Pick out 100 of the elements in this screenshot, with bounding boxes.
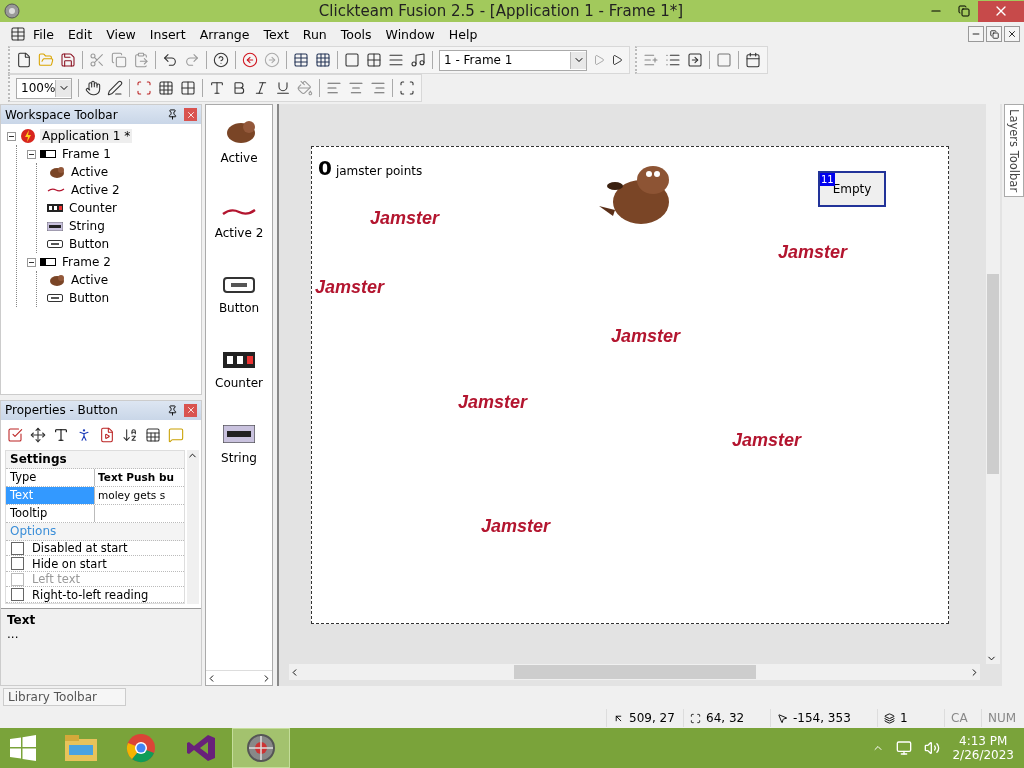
- tree-item[interactable]: Button: [67, 291, 112, 305]
- panel-title: Workspace Toolbar: [5, 107, 119, 122]
- object-badge: 11: [820, 173, 835, 186]
- running-figure-icon[interactable]: [76, 427, 92, 443]
- paint-bucket-icon[interactable]: [297, 80, 313, 96]
- tree-item[interactable]: Active: [69, 273, 111, 287]
- grid-icon[interactable]: [315, 52, 331, 68]
- tree-item[interactable]: Counter: [67, 201, 119, 215]
- align-center-icon[interactable]: [348, 80, 364, 96]
- bold-icon[interactable]: [231, 80, 247, 96]
- close-button[interactable]: [1004, 26, 1020, 42]
- jamster-logo: Jamster: [315, 277, 385, 298]
- network-icon[interactable]: [896, 740, 913, 756]
- tree-item[interactable]: Active: [69, 165, 111, 179]
- menu-item[interactable]: Edit: [60, 26, 100, 42]
- object-label[interactable]: Active: [220, 151, 258, 165]
- restore-icon: [989, 29, 999, 39]
- pen-icon[interactable]: [107, 80, 123, 96]
- sort-icon[interactable]: [122, 427, 138, 443]
- save-icon[interactable]: [60, 52, 76, 68]
- layers-toolbar-tab[interactable]: Layers Toolbar: [1004, 104, 1024, 198]
- property-value[interactable]: Text Push bu: [95, 469, 184, 486]
- object-label[interactable]: String: [221, 451, 257, 465]
- music-note-icon[interactable]: [410, 52, 426, 68]
- start-button[interactable]: [10, 735, 36, 761]
- checkbox[interactable]: [11, 588, 24, 602]
- object-label[interactable]: Active 2: [214, 226, 264, 240]
- menu-item[interactable]: Run: [295, 26, 334, 42]
- frame-dropdown[interactable]: 1 - Frame 1: [439, 49, 587, 71]
- zoom-dropdown[interactable]: 100%: [16, 77, 72, 99]
- counter-icon: [223, 352, 255, 368]
- font-icon[interactable]: [209, 80, 225, 96]
- infinity-logo-icon[interactable]: [186, 733, 216, 763]
- checkbox[interactable]: [11, 557, 24, 571]
- browser-icon[interactable]: [126, 733, 156, 763]
- counter-label: jamster points: [335, 164, 423, 178]
- tree-item[interactable]: Button: [67, 237, 112, 251]
- string-icon: [47, 221, 63, 231]
- collapse-icon[interactable]: [7, 131, 16, 141]
- menu-item[interactable]: Help: [441, 26, 485, 42]
- undo-icon[interactable]: [162, 52, 178, 68]
- menu-icon[interactable]: [10, 26, 26, 42]
- taskbar-app[interactable]: [232, 728, 290, 768]
- tree-item[interactable]: Active 2: [69, 183, 122, 197]
- tree-item[interactable]: Frame 1: [60, 147, 113, 161]
- grid-icon[interactable]: [180, 80, 196, 96]
- new-file-icon[interactable]: [16, 52, 32, 68]
- property-value[interactable]: moley gets s: [95, 487, 184, 504]
- jamster-logo: Jamster: [481, 516, 551, 537]
- checkbox[interactable]: [11, 541, 24, 555]
- table-icon[interactable]: [145, 427, 161, 443]
- menu-item[interactable]: Insert: [142, 26, 193, 42]
- lines-icon[interactable]: [388, 52, 404, 68]
- checklist-icon[interactable]: [7, 427, 23, 443]
- frame-button[interactable]: Empty 11: [818, 171, 886, 207]
- pin-icon[interactable]: [167, 405, 178, 416]
- option-label: Right-to-left reading: [32, 587, 149, 602]
- collapse-icon[interactable]: [27, 257, 36, 267]
- grid-icon[interactable]: [366, 52, 382, 68]
- tree-item[interactable]: String: [67, 219, 107, 233]
- list-icon[interactable]: [293, 52, 309, 68]
- italic-icon[interactable]: [253, 80, 269, 96]
- menu-item[interactable]: File: [26, 26, 61, 42]
- restore-button[interactable]: [986, 26, 1002, 42]
- collapse-icon[interactable]: [27, 149, 36, 159]
- move-icon[interactable]: [30, 427, 46, 443]
- cut-icon[interactable]: [89, 52, 105, 68]
- grid-icon[interactable]: [158, 80, 174, 96]
- hamster-icon: [47, 166, 65, 178]
- tree-item[interactable]: Frame 2: [60, 255, 113, 269]
- frame-resize-icon[interactable]: [136, 80, 152, 96]
- menu-item[interactable]: Arrange: [192, 26, 257, 42]
- menu-item[interactable]: Tools: [333, 26, 379, 42]
- restore-icon: [958, 5, 970, 17]
- object-label[interactable]: Counter: [215, 376, 263, 390]
- library-toolbar-tab[interactable]: Library Toolbar: [3, 688, 126, 706]
- font-icon[interactable]: [53, 427, 69, 443]
- app-logo-icon[interactable]: [246, 733, 276, 763]
- app-logo-icon[interactable]: [4, 3, 20, 19]
- next-frame-icon[interactable]: [611, 54, 623, 66]
- minimize-button[interactable]: [968, 26, 984, 42]
- object-label[interactable]: Button: [218, 301, 260, 315]
- align-left-icon[interactable]: [326, 80, 342, 96]
- volume-icon[interactable]: [924, 740, 941, 756]
- paste-icon[interactable]: [133, 52, 149, 68]
- menu-item[interactable]: View: [99, 26, 143, 42]
- align-right-icon[interactable]: [370, 80, 386, 96]
- menu-item[interactable]: Text: [256, 26, 296, 42]
- square-icon[interactable]: [344, 52, 360, 68]
- application-icon: [20, 128, 36, 144]
- hand-icon[interactable]: [85, 80, 101, 96]
- crop-icon[interactable]: [399, 80, 415, 96]
- property-name[interactable]: Tooltip: [6, 505, 95, 522]
- underline-icon[interactable]: [275, 80, 291, 96]
- help-icon[interactable]: [213, 52, 229, 68]
- tree-item[interactable]: Application 1 *: [40, 129, 133, 143]
- pin-icon[interactable]: [167, 109, 178, 120]
- list-arrow-icon[interactable]: [665, 52, 681, 68]
- menu-item[interactable]: Window: [378, 26, 442, 42]
- movie-icon[interactable]: [99, 427, 115, 443]
